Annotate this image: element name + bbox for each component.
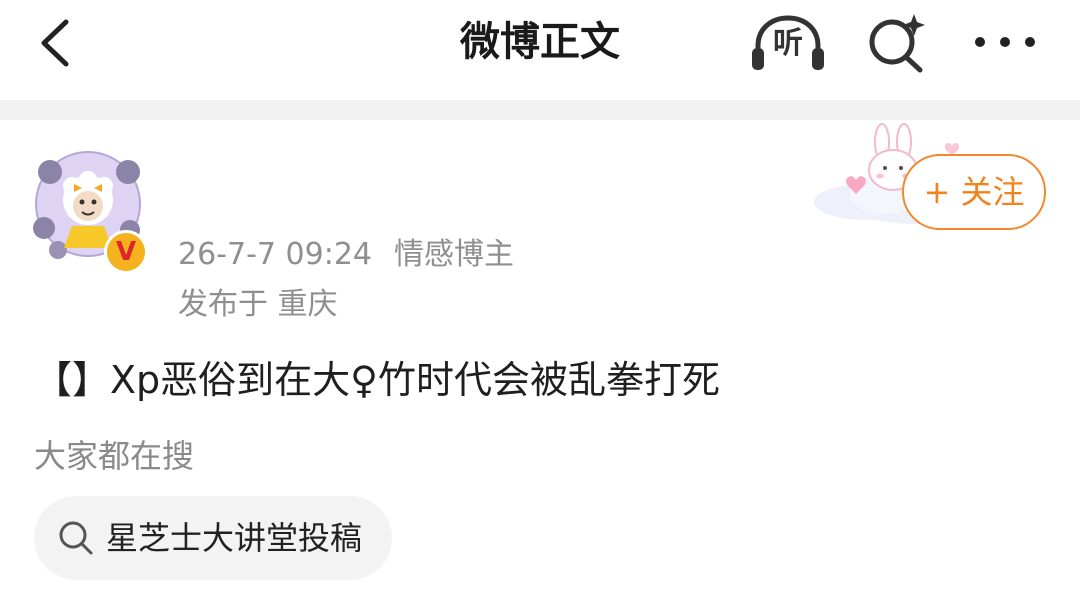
- follow-button[interactable]: + 关注: [902, 154, 1046, 230]
- search-button[interactable]: [862, 10, 932, 76]
- post-meta: 26-7-7 09:24 情感博主: [178, 236, 514, 274]
- related-search-chip[interactable]: 星芝士大讲堂投稿: [34, 496, 393, 580]
- post-location: 发布于 重庆: [178, 287, 338, 322]
- verified-badge: V: [104, 230, 148, 274]
- listen-label: 听: [773, 26, 803, 61]
- author-tag: 情感博主: [394, 237, 514, 272]
- back-button[interactable]: [30, 12, 82, 74]
- related-search-text: 星芝士大讲堂投稿: [106, 519, 363, 557]
- more-button[interactable]: [966, 16, 1044, 68]
- more-dots-icon: [975, 37, 1035, 47]
- related-search-label: 大家都在搜: [34, 437, 195, 475]
- search-icon: [59, 521, 93, 555]
- top-navigation-bar: 微博正文 听: [0, 0, 1080, 100]
- section-divider: [0, 100, 1080, 120]
- post-timestamp: 26-7-7 09:24: [178, 237, 372, 272]
- listen-button[interactable]: 听: [748, 12, 828, 74]
- search-sparkle-icon: [869, 14, 925, 73]
- post-text: 【】Xp恶俗到在大♀竹时代会被乱拳打死: [34, 358, 720, 402]
- back-arrow-icon: [41, 19, 69, 67]
